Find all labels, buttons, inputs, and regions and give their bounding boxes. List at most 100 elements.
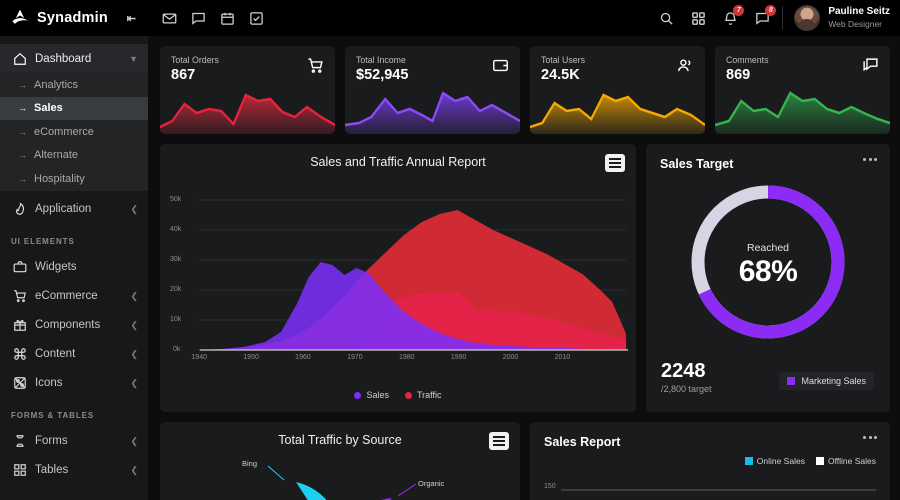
sidebar-item-icons[interactable]: Icons ❮	[0, 369, 148, 398]
stat-label: Total Orders	[171, 55, 219, 65]
apps-grid-icon[interactable]	[691, 11, 706, 26]
chevron-down-icon: ▼	[129, 53, 138, 64]
widgets-briefcase-icon	[12, 260, 27, 275]
cart-icon	[12, 289, 27, 304]
dashboard-app: Synadmin ⇤ Dashboard ▼ → Analytics → Sal…	[0, 0, 900, 500]
legend-marketing-sales[interactable]: Marketing Sales	[779, 372, 874, 390]
sidebar-item-dashboard[interactable]: Dashboard ▼	[0, 44, 148, 73]
sidebar-item-label: Application	[35, 203, 92, 215]
arrow-right-icon: →	[18, 126, 27, 137]
stat-card-total-income[interactable]: Total Income $52,945	[345, 46, 520, 134]
sidebar-item-tables[interactable]: Tables ❮	[0, 456, 148, 485]
mail-icon[interactable]	[162, 11, 177, 26]
sidebar-item-label: Widgets	[35, 261, 77, 273]
profile-name: Pauline Seitz	[828, 6, 890, 18]
pie-chart: Bing Organic	[160, 458, 520, 500]
area-chart-svg	[199, 199, 629, 351]
hamburger-menu-icon[interactable]	[489, 432, 509, 450]
notifications-button[interactable]: 7	[723, 4, 745, 26]
icons-grid-icon	[12, 376, 27, 391]
sidebar-item-ecommerce-dash[interactable]: → eCommerce	[0, 120, 148, 144]
chat-icon[interactable]	[191, 11, 206, 26]
collapse-chevron-icon[interactable]: ⇤	[123, 10, 140, 27]
legend-swatch	[787, 377, 796, 385]
section-title-forms-tables: FORMS & TABLES	[11, 410, 95, 420]
app-flame-icon	[12, 202, 27, 217]
messages-badge: 8	[765, 4, 777, 16]
sidebar-item-ecommerce[interactable]: eCommerce ❮	[0, 282, 148, 311]
sidebar-item-alternate[interactable]: → Alternate	[0, 144, 148, 168]
chevron-left-icon: ❮	[130, 435, 138, 446]
tables-grid-icon	[12, 463, 27, 478]
sparkline-users	[530, 93, 705, 134]
sidebar-item-application[interactable]: Application ❮	[0, 195, 148, 224]
target-values: 2248 /2,800 target	[661, 361, 712, 394]
section-title-ui-elements: UI ELEMENTS	[11, 236, 75, 246]
pie-label-organic: Organic	[418, 479, 445, 488]
calendar-icon[interactable]	[220, 11, 235, 26]
tasks-icon[interactable]	[249, 11, 264, 26]
topbar: 7 8 Pauline Seitz Web Designer	[148, 0, 900, 36]
sidebar-item-hospitality[interactable]: → Hospitality	[0, 167, 148, 191]
stat-label: Total Users	[541, 55, 585, 65]
legend-dot-sales	[354, 391, 362, 399]
row-bottom: Total Traffic by Source Bing Organic Sal…	[160, 422, 890, 500]
arrow-right-icon: →	[18, 173, 27, 184]
home-icon	[12, 51, 27, 66]
dashboard-submenu: → Analytics → Sales → eCommerce → Altern…	[0, 73, 148, 191]
legend-item-sales[interactable]: Sales	[354, 390, 389, 400]
hamburger-menu-icon[interactable]	[605, 154, 625, 172]
sales-report-svg	[561, 489, 877, 491]
legend-label: Sales	[366, 390, 389, 400]
more-dots-icon[interactable]	[863, 436, 877, 439]
area-chart: 50k 40k 30k 20k 10k 0k 1940 1950 1960 19…	[160, 172, 636, 372]
eagle-logo-icon	[10, 8, 30, 28]
row-charts: Sales and Traffic Annual Report 50k 40k …	[160, 144, 890, 412]
comment-icon	[862, 57, 879, 74]
gift-icon	[12, 318, 27, 333]
main-area: 7 8 Pauline Seitz Web Designer Total Ord…	[148, 0, 900, 500]
profile-menu[interactable]: Pauline Seitz Web Designer	[794, 5, 890, 31]
sidebar-item-forms[interactable]: Forms ❮	[0, 427, 148, 456]
legend-item-traffic[interactable]: Traffic	[405, 390, 442, 400]
chevron-left-icon: ❮	[130, 377, 138, 388]
topbar-action-icons: 7 8	[659, 4, 777, 26]
sidebar-item-analytics[interactable]: → Analytics	[0, 73, 148, 97]
pie-label-bing: Bing	[242, 459, 257, 468]
sidebar-item-sales[interactable]: → Sales	[0, 96, 148, 120]
brand: Synadmin ⇤	[0, 0, 148, 36]
sidebar-subitem-label: Hospitality	[34, 172, 85, 185]
avatar	[794, 5, 821, 31]
pie-svg: Bing Organic	[242, 459, 445, 500]
stat-card-total-users[interactable]: Total Users 24.5K	[530, 46, 705, 134]
sidebar-item-content[interactable]: Content ❮	[0, 340, 148, 369]
messages-button[interactable]: 8	[755, 4, 777, 26]
legend-label: Traffic	[417, 390, 442, 400]
notifications-badge: 7	[733, 4, 745, 16]
sidebar-item-label: Dashboard	[35, 52, 92, 65]
sidebar-item-components[interactable]: Components ❮	[0, 311, 148, 340]
more-dots-icon[interactable]	[863, 158, 877, 161]
arrow-right-icon: →	[18, 79, 27, 90]
chevron-left-icon: ❮	[130, 290, 138, 301]
search-icon[interactable]	[659, 11, 674, 26]
legend-dot-traffic	[405, 391, 412, 399]
cart-icon	[307, 57, 324, 74]
sidebar-subitem-label: eCommerce	[34, 125, 94, 138]
profile-role: Web Designer	[828, 18, 883, 29]
y-tick: 150	[544, 483, 556, 490]
sidebar-nav: Dashboard ▼ → Analytics → Sales → eComme…	[0, 36, 148, 500]
sales-report-legend: Online Sales Offline Sales	[744, 456, 876, 466]
legend-item-offline-sales[interactable]: Offline Sales	[815, 456, 876, 466]
panel-title: Sales Target	[660, 157, 734, 171]
sparkline-comments	[715, 91, 890, 134]
legend-label: Offline Sales	[827, 456, 876, 466]
panel-sales-report: Sales Report Online Sales Offline Sales	[530, 422, 890, 500]
sidebar-item-widgets[interactable]: Widgets	[0, 253, 148, 282]
stat-label: Total Income	[356, 55, 406, 65]
stat-value: 24.5K	[541, 67, 580, 83]
legend-item-online-sales[interactable]: Online Sales	[744, 456, 805, 466]
stat-card-total-orders[interactable]: Total Orders 867	[160, 46, 335, 134]
stat-card-comments[interactable]: Comments 869	[715, 46, 890, 134]
arrow-right-icon: →	[18, 150, 27, 161]
